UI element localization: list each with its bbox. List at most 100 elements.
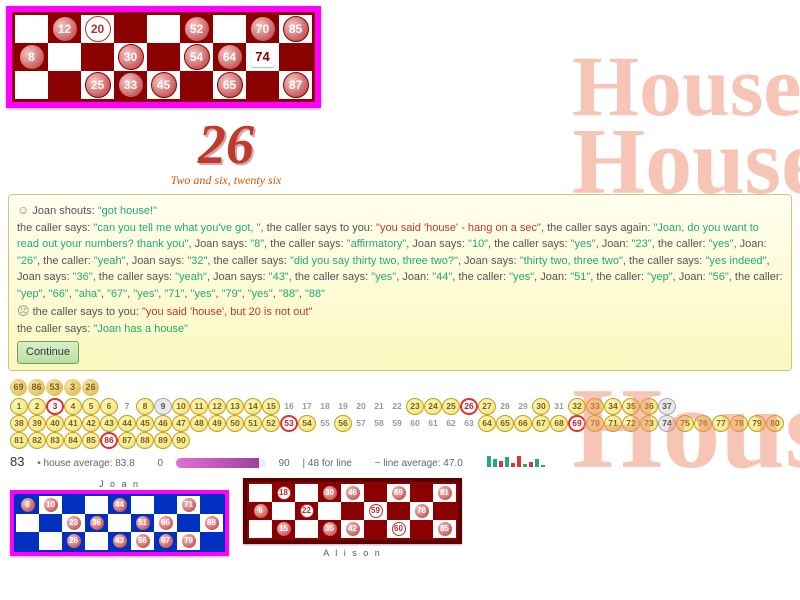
board-num-26: 26 [460,398,478,415]
board-num-81: 81 [10,432,28,449]
card-cell-20[interactable]: 20 [85,16,111,42]
card-cell-65[interactable]: 65 [217,72,243,98]
card-cell-45[interactable]: 45 [151,72,177,98]
card-cell-33[interactable]: 33 [118,72,144,98]
board-num-66: 66 [514,415,532,432]
board-num-28: 28 [496,398,514,415]
recent-ball: 53 [46,379,63,396]
board-num-3: 3 [46,398,64,415]
board-num-59: 59 [388,415,406,432]
board-num-43: 43 [100,415,118,432]
board-num-32: 32 [568,398,586,415]
board-num-8: 8 [136,398,154,415]
board-num-30: 30 [532,398,550,415]
card-cell-8[interactable]: 8 [19,44,45,70]
board-num-40: 40 [46,415,64,432]
mini-cell: 66 [159,516,173,530]
mini-card-joan[interactable]: 810447123365166882643566779 [10,490,229,556]
board-num-46: 46 [154,415,172,432]
board-num-67: 67 [532,415,550,432]
mini-cell: 36 [90,516,104,530]
mini-cell: 51 [136,516,150,530]
card-cell-25[interactable]: 25 [85,72,111,98]
sad-icon: ☹ [17,304,30,318]
board-num-53: 53 [280,415,298,432]
board-num-72: 72 [622,415,640,432]
board-num-13: 13 [226,398,244,415]
board-num-51: 51 [244,415,262,432]
card-cell-52[interactable]: 52 [184,16,210,42]
mini-cell: 44 [113,498,127,512]
card-cell-87[interactable]: 87 [283,72,309,98]
board-num-50: 50 [226,415,244,432]
card-cell-74[interactable]: 74 [251,47,275,67]
card-cell-54[interactable]: 54 [184,44,210,70]
number-board: 1234567891011121314151617181920212223242… [10,398,790,449]
board-num-21: 21 [370,398,388,415]
mini-cell: 88 [205,516,219,530]
board-num-84: 84 [64,432,82,449]
board-num-10: 10 [172,398,190,415]
recent-ball: 69 [10,379,27,396]
board-num-12: 12 [208,398,226,415]
board-num-85: 85 [82,432,100,449]
mini-cell: 18 [277,486,291,500]
board-num-57: 57 [352,415,370,432]
board-num-9: 9 [154,398,172,415]
board-num-52: 52 [262,415,280,432]
board-num-2: 2 [28,398,46,415]
call-phrase: Two and six, twenty six [126,173,326,188]
board-num-80: 80 [766,415,784,432]
board-num-25: 25 [442,398,460,415]
card-cell-85[interactable]: 85 [283,16,309,42]
mini-cell: 78 [415,504,429,518]
board-num-49: 49 [208,415,226,432]
board-num-41: 41 [64,415,82,432]
board-num-55: 55 [316,415,334,432]
mini-cell: 30 [323,486,337,500]
player-name-alison: A l i s o n [243,548,462,558]
board-num-6: 6 [100,398,118,415]
board-num-70: 70 [586,415,604,432]
card-cell-64[interactable]: 64 [217,44,243,70]
board-num-42: 42 [82,415,100,432]
mini-cell: 69 [392,486,406,500]
player-card-main[interactable]: 12 20 52 70 85 8 30 54 64 74 25 33 45 65 87 [6,6,321,108]
card-cell-70[interactable]: 70 [250,16,276,42]
board-num-39: 39 [28,415,46,432]
mini-cell: 42 [346,522,360,536]
board-num-31: 31 [550,398,568,415]
board-num-87: 87 [118,432,136,449]
board-num-20: 20 [352,398,370,415]
board-num-83: 83 [46,432,64,449]
board-num-62: 62 [442,415,460,432]
board-num-4: 4 [64,398,82,415]
card-cell-12[interactable]: 12 [52,16,78,42]
mini-cell: 23 [67,516,81,530]
board-num-56: 56 [334,415,352,432]
board-num-89: 89 [154,432,172,449]
board-num-61: 61 [424,415,442,432]
board-num-82: 82 [28,432,46,449]
mini-cell: 56 [136,534,150,548]
recent-ball: 86 [28,379,45,396]
board-num-48: 48 [190,415,208,432]
board-num-11: 11 [190,398,208,415]
board-num-63: 63 [460,415,478,432]
board-num-18: 18 [316,398,334,415]
mini-card-alison[interactable]: 183046698162259781535426085 [243,478,462,544]
board-num-78: 78 [730,415,748,432]
board-num-33: 33 [586,398,604,415]
recent-ball: 3 [64,379,81,396]
board-num-16: 16 [280,398,298,415]
board-num-44: 44 [118,415,136,432]
mini-cell: 10 [44,498,58,512]
board-num-58: 58 [370,415,388,432]
board-num-54: 54 [298,415,316,432]
stats-bar: 83 • house average: 83.8 0 90 | 48 for l… [10,454,790,470]
card-cell-30[interactable]: 30 [118,44,144,70]
continue-button[interactable]: Continue [17,341,79,364]
board-num-14: 14 [244,398,262,415]
board-num-86: 86 [100,432,118,449]
mini-cell: 26 [67,534,81,548]
